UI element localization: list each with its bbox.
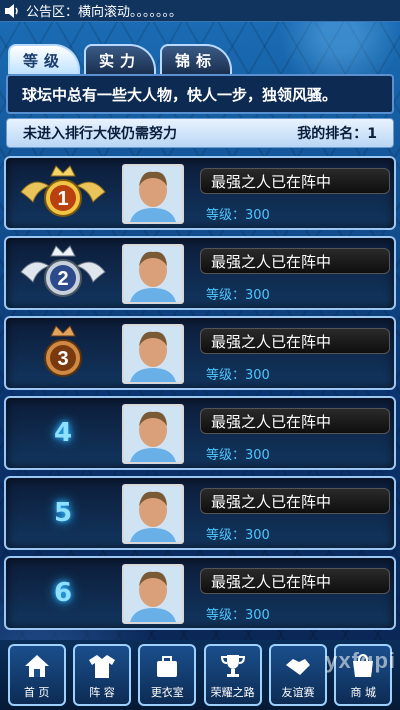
rank-number-text: 5 [53, 498, 73, 528]
tab-level[interactable]: 等级 [8, 44, 80, 74]
ranking-row[interactable]: 4 最强之人已在阵中 等级：300 [4, 396, 396, 470]
ranking-row[interactable]: 2 最强之人已在阵中 等级：300 [4, 236, 396, 310]
rank-number: 5 [12, 482, 114, 544]
rank-badge-silver: 2 [12, 242, 114, 304]
player-name: 最强之人已在阵中 [200, 168, 390, 194]
player-name: 最强之人已在阵中 [200, 408, 390, 434]
player-level: 等级：300 [206, 608, 270, 623]
handshake-icon [281, 650, 315, 682]
message-bar: 球坛中总有一些大人物，快人一步，独领风骚。 [6, 74, 394, 114]
player-name: 最强之人已在阵中 [200, 568, 390, 594]
svg-text:2: 2 [57, 268, 68, 290]
rank-badge-gold: 1 [12, 162, 114, 224]
rank-number-text: 6 [53, 578, 73, 608]
locker-icon [150, 650, 184, 682]
ranking-tabs: 等级 实力 锦标 [8, 44, 232, 74]
rank-header: 未进入排行大侠仍需努力 我的排名：1 [6, 118, 394, 148]
rank-badge-bronze: 3 [12, 322, 114, 384]
nav-label: 更衣室 [150, 686, 184, 699]
ranking-row[interactable]: 6 最强之人已在阵中 等级：300 [4, 556, 396, 630]
jersey-icon [85, 650, 119, 682]
rank-hint: 未进入排行大侠仍需努力 [23, 126, 177, 142]
notice-text: 公告区：横向滚动。。。。。。。 [26, 5, 183, 20]
player-level: 等级：300 [206, 208, 270, 223]
rank-number: 4 [12, 402, 114, 464]
home-icon [20, 650, 54, 682]
svg-text:3: 3 [57, 348, 68, 370]
avatar [122, 324, 184, 384]
avatar [122, 484, 184, 544]
ranking-screen: 公告区：横向滚动。。。。。。。 等级 实力 锦标 球坛中总有一些大人物，快人一步… [0, 0, 400, 710]
nav-home-button[interactable]: 首 页 [7, 644, 66, 706]
ranking-row[interactable]: 1 最强之人已在阵中 等级：300 [4, 156, 396, 230]
svg-text:1: 1 [57, 188, 68, 210]
player-level: 等级：300 [206, 368, 270, 383]
nav-label: 阵 容 [89, 686, 115, 699]
message-text: 球坛中总有一些大人物，快人一步，独领风骚。 [22, 85, 338, 104]
player-level: 等级：300 [206, 528, 270, 543]
avatar [122, 404, 184, 464]
speaker-icon [4, 3, 20, 18]
nav-glory-button[interactable]: 荣耀之路 [203, 644, 262, 706]
ranking-row[interactable]: 3 最强之人已在阵中 等级：300 [4, 316, 396, 390]
player-level: 等级：300 [206, 448, 270, 463]
avatar [122, 564, 184, 624]
ranking-row[interactable]: 5 最强之人已在阵中 等级：300 [4, 476, 396, 550]
player-level: 等级：300 [206, 288, 270, 303]
nav-label: 商 城 [350, 686, 377, 699]
trophy-icon [216, 650, 250, 682]
avatar [122, 244, 184, 304]
notice-bar: 公告区：横向滚动。。。。。。。 [0, 0, 400, 22]
tab-championship[interactable]: 锦标 [160, 44, 232, 74]
rank-number: 6 [12, 562, 114, 624]
watermark: yxfqpi [325, 648, 396, 673]
nav-locker-button[interactable]: 更衣室 [138, 644, 197, 706]
avatar [122, 164, 184, 224]
nav-lineup-button[interactable]: 阵 容 [72, 644, 131, 706]
nav-friendly-button[interactable]: 友谊赛 [268, 644, 327, 706]
nav-label: 首 页 [23, 686, 50, 699]
nav-label: 友谊赛 [281, 686, 315, 699]
ranking-list: 1 最强之人已在阵中 等级：300 2 最强之人已在阵中 等级：300 3 最强… [4, 156, 396, 636]
tab-strength[interactable]: 实力 [84, 44, 156, 74]
player-name: 最强之人已在阵中 [200, 328, 390, 354]
nav-label: 荣耀之路 [210, 686, 255, 699]
player-name: 最强之人已在阵中 [200, 488, 390, 514]
rank-number-text: 4 [53, 418, 73, 448]
my-rank: 我的排名：1 [297, 126, 377, 142]
player-name: 最强之人已在阵中 [200, 248, 390, 274]
